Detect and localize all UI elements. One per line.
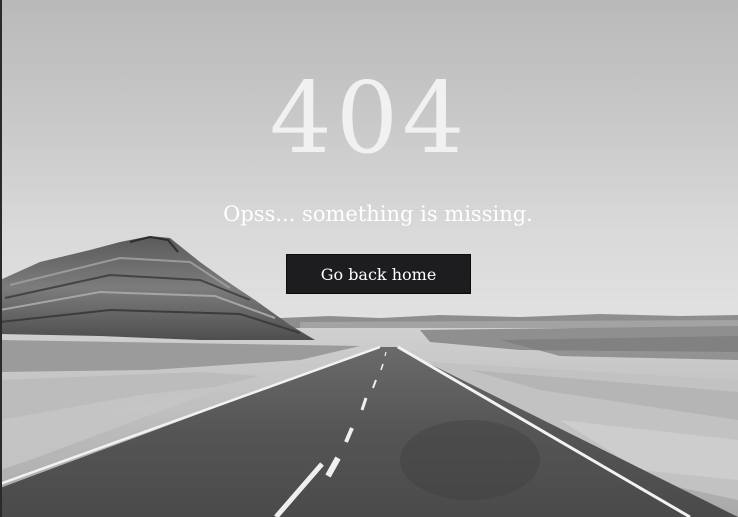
error-code-heading: 404 <box>269 62 469 176</box>
error-message: Opss... something is missing. <box>223 202 533 226</box>
go-back-home-button[interactable]: Go back home <box>286 254 471 294</box>
error-content: 404 Opss... something is missing. Go bac… <box>0 0 738 517</box>
not-found-page: 404 Opss... something is missing. Go bac… <box>0 0 738 517</box>
